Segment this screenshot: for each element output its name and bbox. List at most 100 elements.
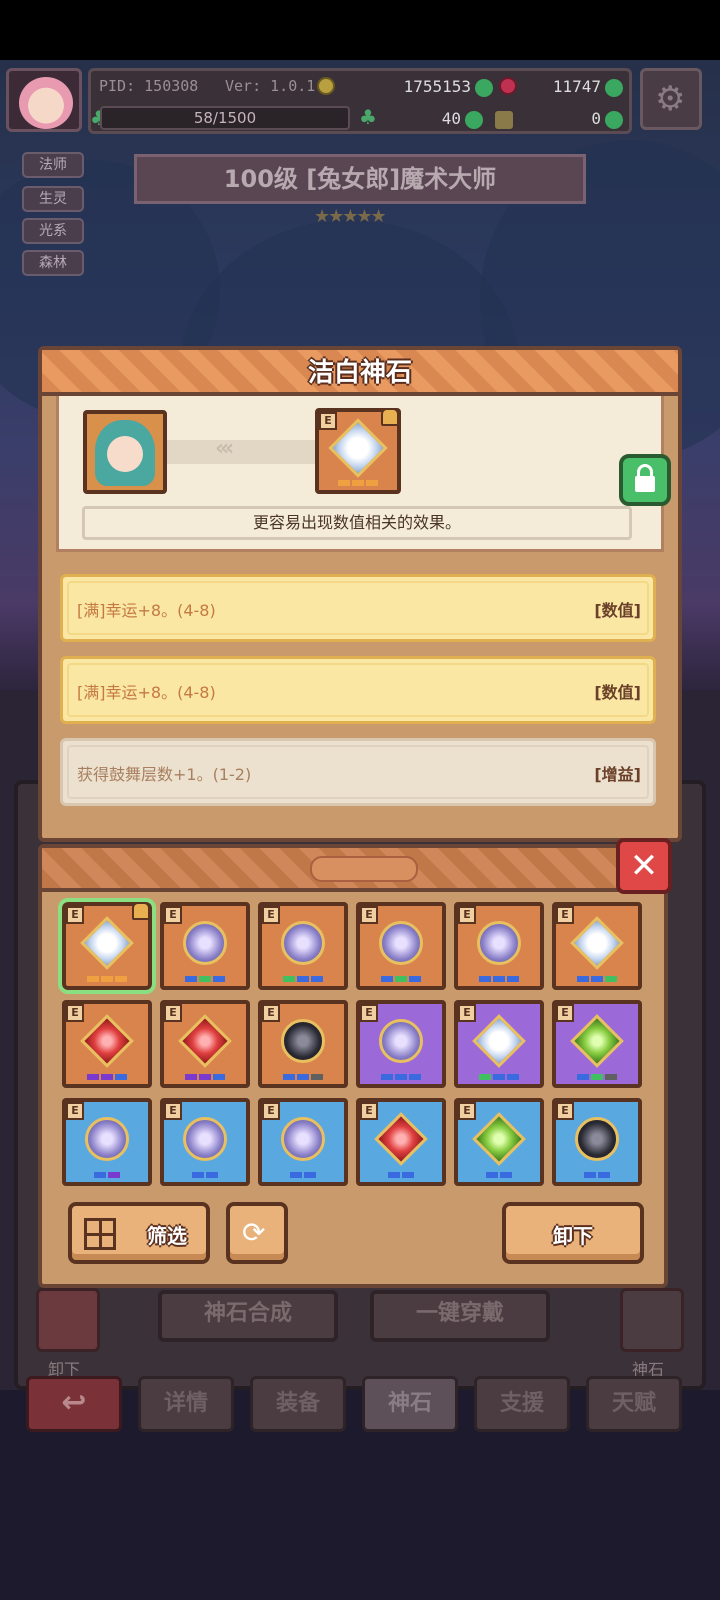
gold-amount: 1755153 (403, 77, 471, 96)
black-gem-icon (281, 1018, 325, 1063)
red-gem-icon (499, 77, 517, 95)
inventory-stone-slot[interactable]: E (62, 1000, 152, 1088)
tag-race: 生灵 (22, 186, 84, 212)
effect-text: [满]幸运+8。(4-8) (77, 601, 216, 620)
green-gem-icon (472, 1111, 526, 1166)
black-gem-icon (575, 1116, 619, 1161)
equipped-hero-portrait (83, 410, 167, 494)
effect-text: [满]幸运+8。(4-8) (77, 683, 216, 702)
lock-icon (381, 408, 399, 426)
refresh-button[interactable]: ⟳ (226, 1202, 288, 1264)
white-gem-icon (472, 1013, 526, 1068)
inventory-stone-slot[interactable]: E (552, 1098, 642, 1186)
tab-stones[interactable]: 神石 (362, 1376, 458, 1432)
inventory-stone-slot[interactable]: E (356, 902, 446, 990)
rarity-badge: E (556, 1102, 574, 1120)
rarity-badge: E (360, 1004, 378, 1022)
inventory-stone-slot[interactable]: E (454, 1000, 544, 1088)
violet-gem-icon (85, 1116, 129, 1161)
add-gold-icon[interactable] (475, 79, 493, 97)
fragment-icon (495, 111, 513, 129)
rarity-badge: E (360, 1102, 378, 1120)
effect-text: 获得鼓舞层数+1。(1-2) (77, 765, 252, 784)
unequip-button[interactable]: 卸下 (502, 1202, 644, 1264)
rarity-badge: E (262, 906, 280, 924)
red-gem-icon (80, 1013, 134, 1068)
stone-description-box: 更容易出现数值相关的效果。 (82, 506, 632, 540)
rarity-badge: E (66, 906, 84, 924)
rarity-badge: E (164, 1004, 182, 1022)
gear-icon: ⚙ (655, 79, 686, 119)
violet-gem-icon (379, 920, 423, 965)
modal-title: 洁白神石 (307, 358, 412, 388)
filter-button[interactable]: 筛选 (68, 1202, 210, 1264)
rarity-badge: E (458, 1102, 476, 1120)
selected-stone-slot: E (315, 408, 401, 494)
tab-support[interactable]: 支援 (474, 1376, 570, 1432)
synthesis-button[interactable]: 神石合成 (158, 1290, 338, 1342)
clover-icon: ♣ (359, 105, 377, 129)
close-button[interactable]: ✕ (616, 838, 672, 894)
inventory-stone-slot[interactable]: E (160, 1098, 250, 1186)
white-gem-icon (570, 915, 624, 970)
stone-description: 更容易出现数值相关的效果。 (252, 513, 461, 532)
inventory-stone-slot[interactable]: E (356, 1000, 446, 1088)
inventory-stone-slot[interactable]: E (58, 898, 156, 994)
add-fragment-icon[interactable] (605, 111, 623, 129)
violet-gem-icon (183, 920, 227, 965)
inventory-stone-slot[interactable]: E (356, 1098, 446, 1186)
effect-type: [增益] (594, 765, 641, 784)
fragment-amount: 0 (591, 109, 601, 128)
tag-habitat: 森林 (22, 250, 84, 276)
player-id: PID: 150308 (99, 77, 199, 95)
filter-label: 筛选 (147, 1224, 187, 1248)
add-clover-icon[interactable] (465, 111, 483, 129)
tab-details[interactable]: 详情 (138, 1376, 234, 1432)
status-bar (0, 0, 720, 60)
inventory-stone-slot[interactable]: E (258, 902, 348, 990)
tag-class: 法师 (22, 152, 84, 178)
rarity-badge: E (360, 906, 378, 924)
inventory-stone-slot[interactable]: E (62, 1098, 152, 1186)
rarity-badge: E (164, 906, 182, 924)
violet-gem-icon (281, 920, 325, 965)
tab-equipment[interactable]: 装备 (250, 1376, 346, 1432)
inventory-stone-slot[interactable]: E (258, 1000, 348, 1088)
violet-gem-icon (183, 1116, 227, 1161)
inventory-stone-slot[interactable]: E (160, 1000, 250, 1088)
unequip-all-button[interactable] (36, 1288, 100, 1352)
tab-stones-label: 神石 (387, 1391, 432, 1416)
violet-gem-icon (379, 1018, 423, 1063)
rarity-badge: E (556, 1004, 574, 1022)
effect-type: [数值] (594, 601, 641, 620)
unequip-label: 卸下 (553, 1224, 593, 1248)
inventory-stone-slot[interactable]: E (454, 902, 544, 990)
inventory-stone-slot[interactable]: E (552, 902, 642, 990)
back-button[interactable]: ↩ (26, 1376, 122, 1432)
lock-toggle-button[interactable] (619, 454, 671, 506)
rarity-badge: E (66, 1004, 84, 1022)
inventory-stone-slot[interactable]: E (454, 1098, 544, 1186)
violet-gem-icon (281, 1116, 325, 1161)
gold-coin-icon (317, 77, 335, 95)
settings-button[interactable]: ⚙ (640, 68, 702, 130)
auto-equip-button[interactable]: 一键穿戴 (370, 1290, 550, 1342)
effect-row: 获得鼓舞层数+1。(1-2) [增益] (60, 738, 656, 806)
inventory-stone-slot[interactable]: E (258, 1098, 348, 1186)
tab-details-label: 详情 (163, 1391, 208, 1416)
tab-talent[interactable]: 天赋 (586, 1376, 682, 1432)
rarity-badge: E (556, 906, 574, 924)
exp-bar: 58/1500 (100, 106, 350, 130)
red-gem-icon (374, 1111, 428, 1166)
tab-equipment-label: 装备 (275, 1391, 320, 1416)
player-avatar[interactable] (6, 68, 82, 132)
inventory-stone-slot[interactable]: E (552, 1000, 642, 1088)
effect-type: [数值] (594, 683, 641, 702)
close-icon: ✕ (629, 846, 659, 886)
refresh-icon: ⟳ (242, 1216, 266, 1249)
add-gem-icon[interactable] (605, 79, 623, 97)
inventory-header (42, 848, 664, 892)
inventory-stone-slot[interactable]: E (160, 902, 250, 990)
stone-menu-button[interactable] (620, 1288, 684, 1352)
effect-row: [满]幸运+8。(4-8) [数值] (60, 656, 656, 724)
